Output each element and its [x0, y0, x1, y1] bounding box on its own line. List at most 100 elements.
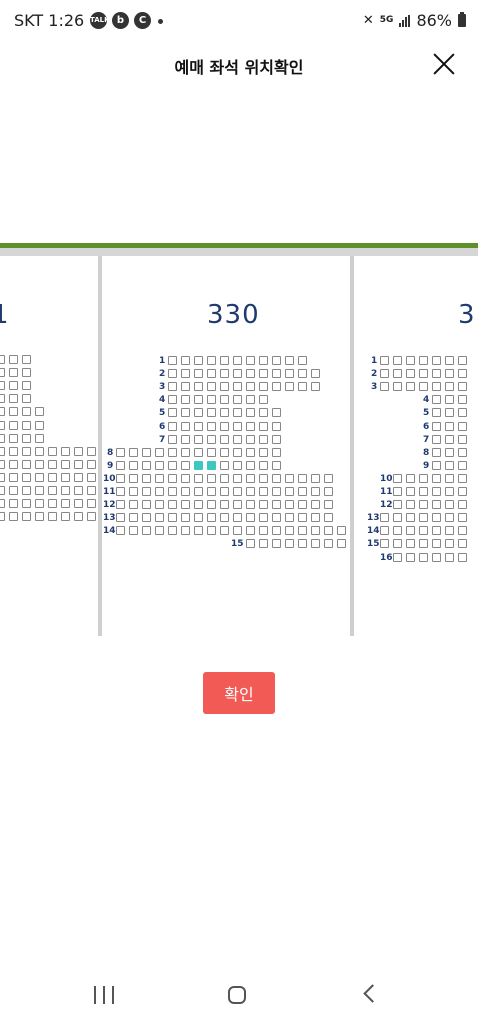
- page-title: 예매 좌석 위치확인: [174, 58, 304, 77]
- seat: [259, 408, 268, 418]
- back-icon[interactable]: [363, 984, 382, 1003]
- seat: [194, 395, 203, 405]
- seat: [419, 539, 428, 549]
- seat: [324, 513, 333, 523]
- home-icon[interactable]: [228, 986, 246, 1004]
- seat: [272, 421, 281, 431]
- seat: [116, 500, 125, 510]
- seat: [311, 487, 320, 496]
- seat: [458, 460, 467, 470]
- seat: [168, 382, 177, 392]
- row-number: 7: [423, 434, 430, 445]
- seat: [259, 526, 268, 536]
- seat: [246, 513, 255, 523]
- seat: [181, 395, 190, 405]
- seat: [445, 421, 454, 431]
- seat: [35, 486, 44, 495]
- seat: [259, 460, 268, 470]
- seat: [0, 394, 5, 404]
- seat: [0, 381, 5, 391]
- seat: [272, 369, 281, 379]
- seat: [220, 434, 229, 444]
- seat: [22, 433, 31, 443]
- seat: [220, 421, 229, 431]
- seat: [380, 369, 389, 379]
- seat: [181, 526, 190, 536]
- seat: [272, 434, 281, 444]
- seat: [445, 526, 454, 536]
- seat: [419, 526, 428, 536]
- seat: [233, 395, 242, 405]
- seat: [194, 369, 203, 379]
- seat: [48, 446, 57, 456]
- seat: [142, 473, 151, 483]
- recent-apps-icon[interactable]: [94, 986, 114, 1004]
- seat: [129, 487, 138, 496]
- seat: [220, 487, 229, 496]
- seat: [445, 513, 454, 523]
- seat: [445, 434, 454, 444]
- seat: [311, 382, 320, 392]
- seat: [22, 499, 31, 509]
- section-label-center: 330: [207, 300, 260, 330]
- seat: [220, 356, 229, 365]
- seat: [445, 369, 454, 379]
- row-number: 12: [380, 500, 393, 511]
- row-number: 6: [423, 421, 430, 432]
- seat: [9, 420, 18, 430]
- seat: [181, 421, 190, 431]
- confirm-button[interactable]: 확인: [203, 672, 275, 714]
- seat: [181, 487, 190, 496]
- row-number: 14: [103, 526, 116, 537]
- seat: [393, 487, 402, 496]
- seat: [406, 513, 415, 523]
- seat: [432, 539, 441, 549]
- map-aisle: [0, 248, 478, 256]
- seat: [432, 526, 441, 536]
- seat: [419, 369, 428, 379]
- seat: [432, 408, 441, 418]
- seat: [207, 526, 216, 536]
- seat: [337, 539, 346, 549]
- seat: [259, 447, 268, 457]
- seat: [116, 526, 125, 536]
- seat: [285, 473, 294, 483]
- seat: [458, 434, 467, 444]
- seat: [155, 500, 164, 510]
- seat: [272, 356, 281, 365]
- seat: [194, 421, 203, 431]
- seat: [406, 369, 415, 379]
- seat: [259, 487, 268, 496]
- seat: [458, 552, 467, 562]
- row-number: 11: [380, 487, 393, 497]
- seat: [74, 499, 83, 509]
- seat: [445, 447, 454, 457]
- seat: [194, 526, 203, 536]
- seat: [0, 368, 5, 378]
- seat: [380, 356, 389, 365]
- seat: [74, 486, 83, 495]
- seat: [9, 355, 18, 364]
- seat: [0, 472, 5, 482]
- seat: [129, 460, 138, 470]
- row-number: 13: [103, 513, 116, 524]
- seat: [311, 539, 320, 549]
- seat: [220, 460, 229, 470]
- seat: [35, 472, 44, 482]
- seat: [22, 381, 31, 391]
- seat: [22, 394, 31, 404]
- seat: [207, 447, 216, 457]
- seat: [220, 395, 229, 405]
- seat: [285, 539, 294, 549]
- seat: [246, 369, 255, 379]
- close-button[interactable]: [432, 52, 456, 76]
- seat: [181, 500, 190, 510]
- seat: [324, 473, 333, 483]
- seat: [207, 500, 216, 510]
- seat: [0, 407, 5, 417]
- seat: [168, 434, 177, 444]
- seat: [220, 382, 229, 392]
- row-number: 6: [159, 421, 166, 432]
- seat: [445, 539, 454, 549]
- row-number: 5: [423, 408, 430, 419]
